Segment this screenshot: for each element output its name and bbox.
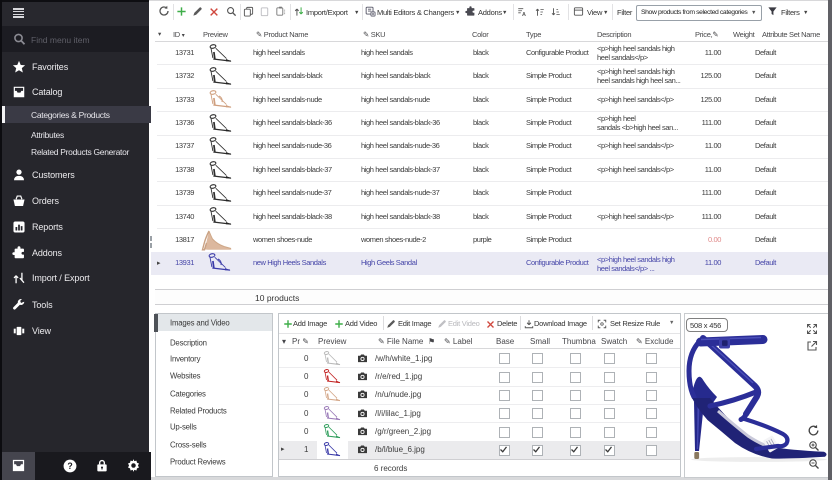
svg-text:A: A <box>522 12 526 17</box>
svg-text:?: ? <box>67 461 72 471</box>
